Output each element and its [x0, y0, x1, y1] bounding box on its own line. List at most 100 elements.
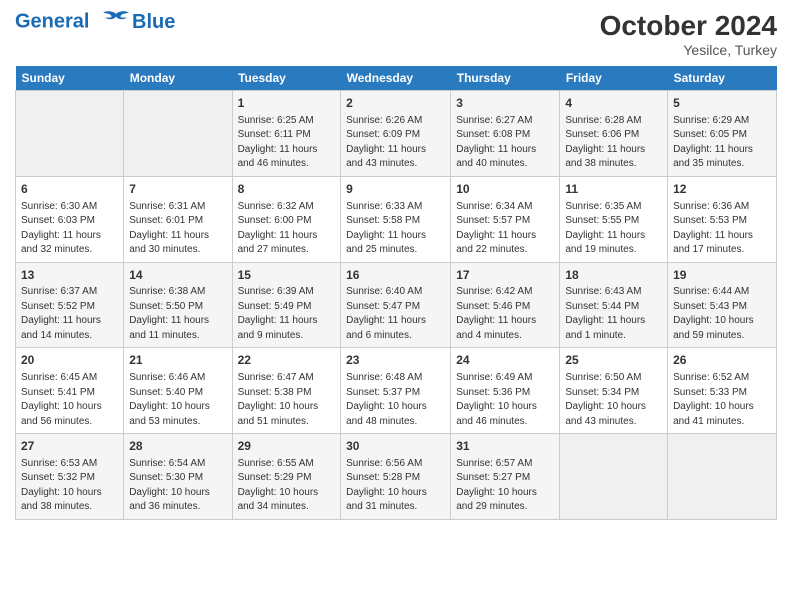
day-info: Sunrise: 6:46 AMSunset: 5:40 PMDaylight:…	[129, 371, 226, 429]
month-title: October 2024	[600, 10, 777, 42]
day-info: Sunrise: 6:35 AMSunset: 5:55 PMDaylight:…	[565, 200, 662, 258]
day-number: 23	[346, 352, 445, 369]
day-info: Sunrise: 6:26 AMSunset: 6:09 PMDaylight:…	[346, 114, 445, 172]
calendar-week-2: 6 Sunrise: 6:30 AMSunset: 6:03 PMDaylight…	[16, 176, 777, 262]
calendar-cell: 28 Sunrise: 6:54 AMSunset: 5:30 PMDayligh…	[124, 434, 232, 520]
day-info: Sunrise: 6:36 AMSunset: 5:53 PMDaylight:…	[673, 200, 771, 258]
calendar-cell: 9Sunrise: 6:33 AMSunset: 5:58 PMDaylight…	[341, 176, 451, 262]
day-number: 10	[456, 181, 554, 198]
calendar-cell	[16, 91, 124, 177]
calendar-cell: 23 Sunrise: 6:48 AMSunset: 5:37 PMDayligh…	[341, 348, 451, 434]
day-number: 27	[21, 438, 118, 455]
calendar-header-row: SundayMondayTuesdayWednesdayThursdayFrid…	[16, 66, 777, 91]
day-info: Sunrise: 6:55 AMSunset: 5:29 PMDaylight:…	[238, 457, 336, 515]
day-info: Sunrise: 6:49 AMSunset: 5:36 PMDaylight:…	[456, 371, 554, 429]
day-number: 28	[129, 438, 226, 455]
day-info: Sunrise: 6:47 AMSunset: 5:38 PMDaylight:…	[238, 371, 336, 429]
column-header-saturday: Saturday	[668, 66, 777, 91]
day-number: 2	[346, 95, 445, 112]
calendar-cell	[124, 91, 232, 177]
calendar-cell: 4Sunrise: 6:28 AMSunset: 6:06 PMDaylight…	[560, 91, 668, 177]
calendar-cell: 31Sunrise: 6:57 AMSunset: 5:27 PMDayligh…	[451, 434, 560, 520]
day-info: Sunrise: 6:53 AMSunset: 5:32 PMDaylight:…	[21, 457, 118, 515]
calendar-week-3: 13Sunrise: 6:37 AMSunset: 5:52 PMDayligh…	[16, 262, 777, 348]
column-header-thursday: Thursday	[451, 66, 560, 91]
day-number: 11	[565, 181, 662, 198]
day-info: Sunrise: 6:44 AMSunset: 5:43 PMDaylight:…	[673, 285, 771, 343]
calendar-cell: 22 Sunrise: 6:47 AMSunset: 5:38 PMDayligh…	[232, 348, 341, 434]
calendar-cell: 11 Sunrise: 6:35 AMSunset: 5:55 PMDayligh…	[560, 176, 668, 262]
day-info: Sunrise: 6:57 AMSunset: 5:27 PMDaylight:…	[456, 457, 554, 515]
column-header-monday: Monday	[124, 66, 232, 91]
day-number: 15	[238, 267, 336, 284]
day-number: 8	[238, 181, 336, 198]
location: Yesilce, Turkey	[600, 42, 777, 58]
logo-blue: Blue	[132, 11, 175, 34]
day-number: 6	[21, 181, 118, 198]
day-number: 30	[346, 438, 445, 455]
day-number: 14	[129, 267, 226, 284]
column-header-sunday: Sunday	[16, 66, 124, 91]
day-number: 25	[565, 352, 662, 369]
day-info: Sunrise: 6:52 AMSunset: 5:33 PMDaylight:…	[673, 371, 771, 429]
day-info: Sunrise: 6:34 AMSunset: 5:57 PMDaylight:…	[456, 200, 554, 258]
calendar-cell: 3Sunrise: 6:27 AMSunset: 6:08 PMDaylight…	[451, 91, 560, 177]
calendar-cell: 30 Sunrise: 6:56 AMSunset: 5:28 PMDayligh…	[341, 434, 451, 520]
calendar-cell: 15Sunrise: 6:39 AMSunset: 5:49 PMDayligh…	[232, 262, 341, 348]
day-info: Sunrise: 6:50 AMSunset: 5:34 PMDaylight:…	[565, 371, 662, 429]
day-info: Sunrise: 6:45 AMSunset: 5:41 PMDaylight:…	[21, 371, 118, 429]
day-info: Sunrise: 6:30 AMSunset: 6:03 PMDaylight:…	[21, 200, 118, 258]
day-info: Sunrise: 6:33 AMSunset: 5:58 PMDaylight:…	[346, 200, 445, 258]
day-info: Sunrise: 6:31 AMSunset: 6:01 PMDaylight:…	[129, 200, 226, 258]
day-number: 13	[21, 267, 118, 284]
day-info: Sunrise: 6:25 AMSunset: 6:11 PMDaylight:…	[238, 114, 336, 172]
day-number: 7	[129, 181, 226, 198]
header: General Blue October 2024 Yesilce, Turke…	[15, 10, 777, 58]
day-info: Sunrise: 6:54 AMSunset: 5:30 PMDaylight:…	[129, 457, 226, 515]
column-header-wednesday: Wednesday	[341, 66, 451, 91]
day-info: Sunrise: 6:39 AMSunset: 5:49 PMDaylight:…	[238, 285, 336, 343]
calendar-week-5: 27 Sunrise: 6:53 AMSunset: 5:32 PMDayligh…	[16, 434, 777, 520]
day-info: Sunrise: 6:56 AMSunset: 5:28 PMDaylight:…	[346, 457, 445, 515]
calendar-cell: 10 Sunrise: 6:34 AMSunset: 5:57 PMDayligh…	[451, 176, 560, 262]
calendar-cell: 27 Sunrise: 6:53 AMSunset: 5:32 PMDayligh…	[16, 434, 124, 520]
day-info: Sunrise: 6:42 AMSunset: 5:46 PMDaylight:…	[456, 285, 554, 343]
calendar-cell: 21 Sunrise: 6:46 AMSunset: 5:40 PMDayligh…	[124, 348, 232, 434]
day-number: 18	[565, 267, 662, 284]
day-number: 1	[238, 95, 336, 112]
logo-general: General	[15, 10, 89, 32]
day-number: 22	[238, 352, 336, 369]
day-number: 12	[673, 181, 771, 198]
day-info: Sunrise: 6:37 AMSunset: 5:52 PMDaylight:…	[21, 285, 118, 343]
day-info: Sunrise: 6:43 AMSunset: 5:44 PMDaylight:…	[565, 285, 662, 343]
day-number: 26	[673, 352, 771, 369]
day-number: 17	[456, 267, 554, 284]
calendar-cell: 26 Sunrise: 6:52 AMSunset: 5:33 PMDayligh…	[668, 348, 777, 434]
day-number: 20	[21, 352, 118, 369]
day-info: Sunrise: 6:38 AMSunset: 5:50 PMDaylight:…	[129, 285, 226, 343]
day-info: Sunrise: 6:32 AMSunset: 6:00 PMDaylight:…	[238, 200, 336, 258]
day-number: 16	[346, 267, 445, 284]
day-number: 21	[129, 352, 226, 369]
calendar-cell: 2 Sunrise: 6:26 AMSunset: 6:09 PMDaylight…	[341, 91, 451, 177]
calendar-cell: 19Sunrise: 6:44 AMSunset: 5:43 PMDayligh…	[668, 262, 777, 348]
calendar-cell: 18Sunrise: 6:43 AMSunset: 5:44 PMDayligh…	[560, 262, 668, 348]
calendar-cell: 12 Sunrise: 6:36 AMSunset: 5:53 PMDayligh…	[668, 176, 777, 262]
day-info: Sunrise: 6:28 AMSunset: 6:06 PMDaylight:…	[565, 114, 662, 172]
day-number: 5	[673, 95, 771, 112]
day-number: 3	[456, 95, 554, 112]
calendar-cell: 17Sunrise: 6:42 AMSunset: 5:46 PMDayligh…	[451, 262, 560, 348]
page-container: General Blue October 2024 Yesilce, Turke…	[0, 0, 792, 530]
day-number: 24	[456, 352, 554, 369]
title-block: October 2024 Yesilce, Turkey	[600, 10, 777, 58]
calendar-cell: 14Sunrise: 6:38 AMSunset: 5:50 PMDayligh…	[124, 262, 232, 348]
day-info: Sunrise: 6:48 AMSunset: 5:37 PMDaylight:…	[346, 371, 445, 429]
calendar-table: SundayMondayTuesdayWednesdayThursdayFrid…	[15, 66, 777, 520]
logo: General Blue	[15, 10, 175, 34]
calendar-cell: 1 Sunrise: 6:25 AMSunset: 6:11 PMDaylight…	[232, 91, 341, 177]
calendar-cell: 8 Sunrise: 6:32 AMSunset: 6:00 PMDaylight…	[232, 176, 341, 262]
calendar-cell: 20 Sunrise: 6:45 AMSunset: 5:41 PMDayligh…	[16, 348, 124, 434]
calendar-cell	[560, 434, 668, 520]
calendar-cell: 16Sunrise: 6:40 AMSunset: 5:47 PMDayligh…	[341, 262, 451, 348]
day-info: Sunrise: 6:40 AMSunset: 5:47 PMDaylight:…	[346, 285, 445, 343]
